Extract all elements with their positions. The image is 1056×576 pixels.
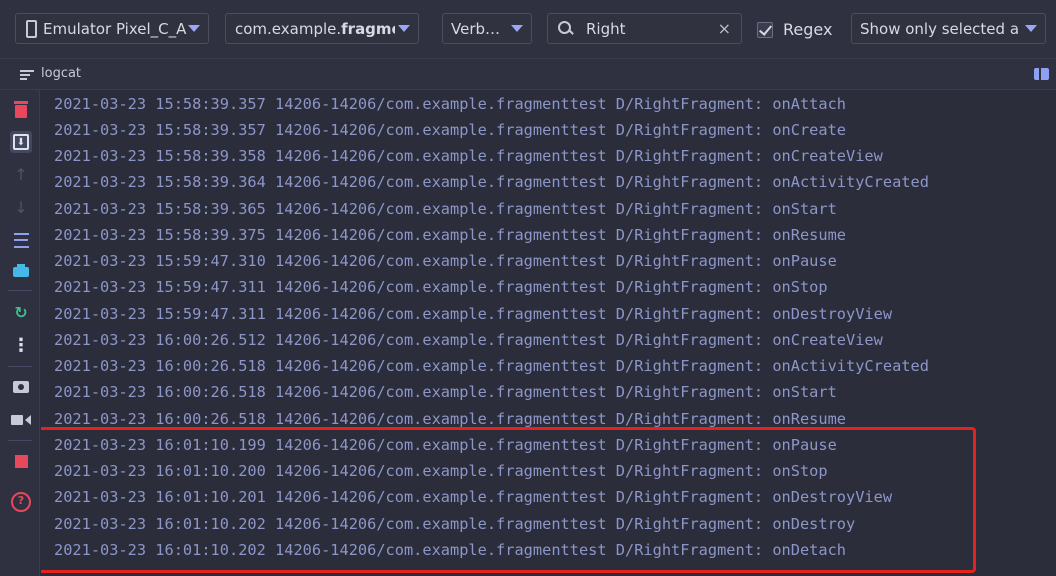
device-selector[interactable]: Emulator Pixel_C_A (15, 13, 209, 44)
stop-icon[interactable] (10, 450, 32, 472)
chevron-down-icon (1025, 25, 1037, 32)
logcat-header: logcat (0, 58, 1056, 90)
process-label-prefix: com.example. (235, 19, 342, 38)
divider (8, 440, 32, 441)
soft-wrap-icon[interactable] (10, 229, 32, 251)
regex-label: Regex (783, 20, 833, 39)
layout-icon[interactable] (1034, 68, 1049, 80)
device-label: Emulator Pixel_C_A (43, 19, 187, 38)
chevron-down-icon (398, 25, 410, 32)
log-line: 2021-03-23 15:58:39.365 14206-14206/com.… (54, 200, 837, 218)
log-line: 2021-03-23 15:58:39.357 14206-14206/com.… (54, 121, 847, 139)
scroll-to-end-icon[interactable] (10, 131, 32, 153)
help-icon[interactable] (10, 491, 32, 513)
search-icon (558, 20, 576, 37)
filter-selector[interactable]: Show only selected ap (851, 13, 1046, 44)
search-input[interactable]: Right × (547, 13, 742, 44)
screenshot-icon[interactable] (10, 376, 32, 398)
log-level-selector[interactable]: Verb… (442, 13, 532, 44)
regex-checkbox[interactable]: Regex (757, 20, 832, 39)
log-line: 2021-03-23 16:00:26.518 14206-14206/com.… (54, 383, 837, 401)
chevron-down-icon (511, 25, 523, 32)
log-output[interactable]: 2021-03-23 15:58:39.357 14206-14206/com.… (41, 90, 1056, 576)
phone-icon (26, 19, 37, 38)
restart-icon[interactable]: ↻ (10, 301, 32, 323)
log-line: 2021-03-23 15:59:47.311 14206-14206/com.… (54, 305, 893, 323)
more-icon[interactable]: ⋮ (10, 334, 32, 356)
log-line: 2021-03-23 15:59:47.310 14206-14206/com.… (54, 252, 837, 270)
log-line: 2021-03-23 16:00:26.512 14206-14206/com.… (54, 331, 883, 349)
screen-record-icon[interactable] (10, 409, 32, 431)
highlight-box (41, 427, 976, 573)
panel-title: logcat (41, 66, 82, 81)
log-line: 2021-03-23 15:58:39.375 14206-14206/com.… (54, 226, 847, 244)
log-line: 2021-03-23 15:58:39.364 14206-14206/com.… (54, 173, 929, 191)
search-value: Right (586, 19, 626, 38)
process-selector[interactable]: com.example.fragme (225, 13, 419, 44)
log-level-label: Verb… (451, 19, 501, 38)
filter-label: Show only selected ap (860, 19, 1020, 38)
logcat-side-toolbar: ↑ ↓ ↻ ⋮ (0, 90, 40, 576)
print-icon[interactable] (10, 261, 32, 283)
down-arrow-icon[interactable]: ↓ (10, 196, 32, 218)
trash-icon[interactable] (10, 98, 32, 120)
log-line: 2021-03-23 15:59:47.311 14206-14206/com.… (54, 278, 828, 296)
checkbox-checked-icon (757, 21, 773, 38)
logcat-toolbar: Emulator Pixel_C_A com.example.fragme Ve… (0, 0, 1056, 58)
log-line: 2021-03-23 16:00:26.518 14206-14206/com.… (54, 357, 929, 375)
process-label-bold: fragme (341, 19, 395, 38)
logcat-icon (20, 70, 34, 80)
log-line: 2021-03-23 15:58:39.357 14206-14206/com.… (54, 95, 847, 113)
divider (8, 366, 32, 367)
log-line: 2021-03-23 15:58:39.358 14206-14206/com.… (54, 147, 883, 165)
up-arrow-icon[interactable]: ↑ (10, 163, 32, 185)
divider (8, 290, 32, 291)
clear-icon[interactable]: × (718, 19, 731, 38)
chevron-down-icon (188, 25, 200, 32)
